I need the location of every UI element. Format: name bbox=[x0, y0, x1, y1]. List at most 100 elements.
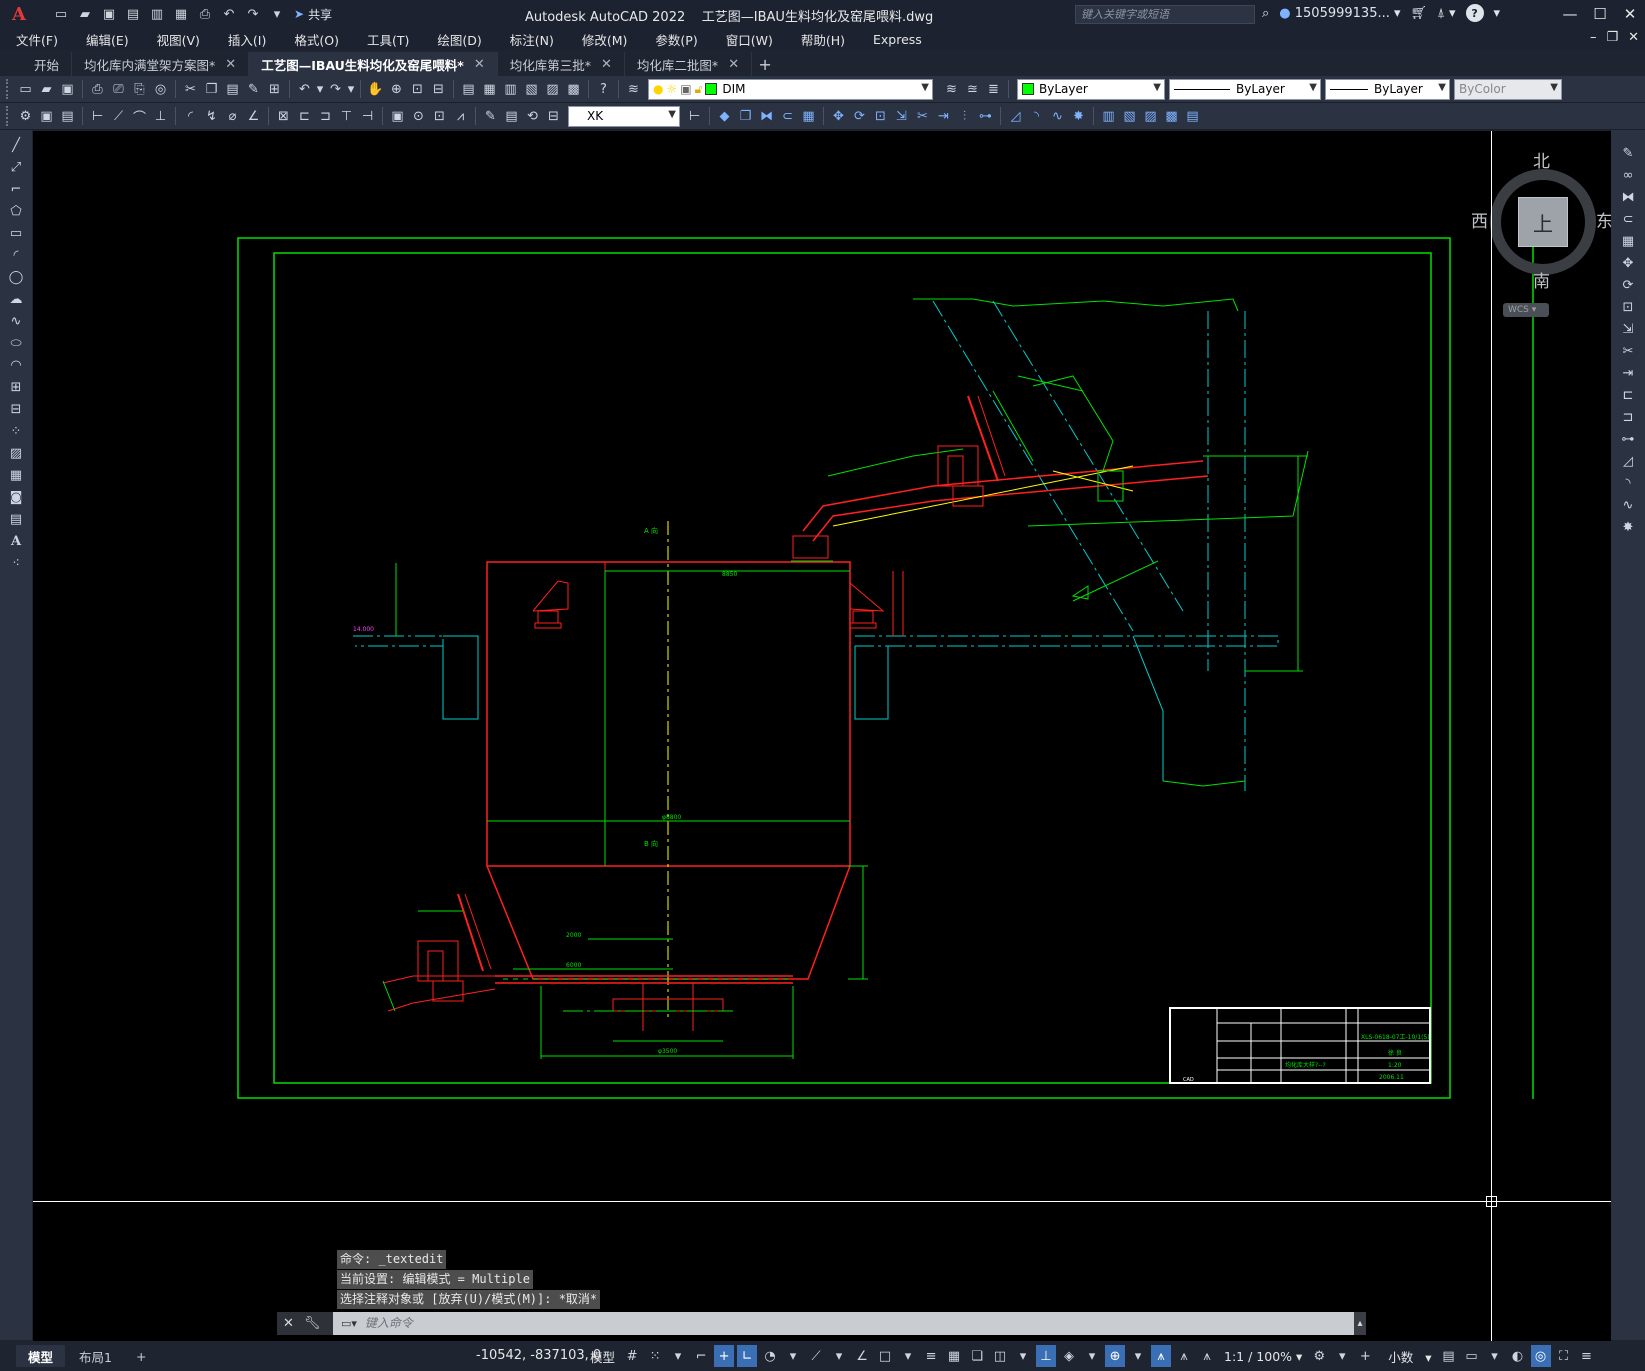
cut-icon[interactable]: ✂ bbox=[180, 79, 201, 100]
offset-icon[interactable]: ⊂ bbox=[777, 106, 798, 127]
hatch-back-icon[interactable]: ▤ bbox=[1182, 106, 1203, 127]
auto-scale-icon[interactable]: ⩚ bbox=[1174, 1345, 1194, 1367]
menu-item[interactable]: 格式(O) bbox=[278, 30, 351, 49]
scale-icon[interactable]: ⊡ bbox=[1617, 298, 1639, 316]
dim-edit-icon[interactable]: ✎ bbox=[480, 106, 501, 127]
minimize-button[interactable]: — bbox=[1555, 0, 1585, 28]
compass-south[interactable]: 南 bbox=[1533, 267, 1550, 292]
blend-icon[interactable]: ∿ bbox=[1617, 496, 1639, 514]
graphics-performance-icon[interactable]: ◎ bbox=[1530, 1345, 1551, 1367]
join-icon[interactable]: ⊶ bbox=[1617, 430, 1639, 448]
redo-icon[interactable]: ↷ bbox=[242, 4, 264, 24]
linetype-dropdown[interactable]: ByLayer ▼ bbox=[1169, 78, 1321, 100]
menu-item[interactable]: 修改(M) bbox=[566, 30, 640, 49]
calculator-icon[interactable]: ▩ bbox=[563, 79, 584, 100]
send-back-icon[interactable]: ▨ bbox=[1140, 106, 1161, 127]
copy-icon[interactable]: ❐ bbox=[201, 79, 222, 100]
object-snap-tracking-icon[interactable]: ∠ bbox=[852, 1345, 872, 1367]
isodraft-dropdown-icon[interactable]: ▾ bbox=[829, 1345, 849, 1367]
dim-text-edit-icon[interactable]: ▤ bbox=[501, 106, 522, 127]
lock-ui-dropdown-icon[interactable]: ▾ bbox=[1485, 1345, 1505, 1367]
file-tab[interactable]: 均化库内满堂架方案图* ✕ bbox=[72, 52, 250, 76]
properties-icon[interactable]: ▤ bbox=[458, 79, 479, 100]
plotstyle-dropdown[interactable]: ByColor ▼ bbox=[1454, 78, 1562, 100]
text-style-dropdown[interactable]: XK ▼ bbox=[568, 105, 680, 127]
quick-properties-icon[interactable]: ▤ bbox=[1439, 1345, 1459, 1367]
compass-west[interactable]: 西 bbox=[1471, 207, 1488, 232]
command-history-toggle[interactable]: ▴ bbox=[1354, 1318, 1366, 1329]
workspace-switch-icon[interactable]: ⚙ bbox=[1309, 1345, 1329, 1367]
layout-tab[interactable]: 模型 bbox=[16, 1345, 66, 1367]
annotation-scale-icon[interactable]: ⩚ bbox=[1197, 1345, 1217, 1367]
layer-iso-icon[interactable]: ▤ bbox=[57, 106, 78, 127]
close-button[interactable]: ✕ bbox=[1615, 0, 1645, 28]
menu-item[interactable]: 帮助(H) bbox=[785, 30, 857, 49]
dim-update-icon[interactable]: ⟲ bbox=[522, 106, 543, 127]
dim-space-icon[interactable]: ⊤ bbox=[336, 106, 357, 127]
annotation-monitor-icon[interactable]: + bbox=[1355, 1345, 1375, 1367]
rotate-icon[interactable]: ⟳ bbox=[1617, 276, 1639, 294]
menu-item[interactable]: 参数(P) bbox=[639, 30, 709, 49]
save-icon[interactable]: ▣ bbox=[98, 4, 120, 24]
explode-icon[interactable]: ✸ bbox=[1068, 106, 1089, 127]
layout-tab[interactable]: 布局1 bbox=[67, 1345, 124, 1367]
add-selected-icon[interactable]: ⁖ bbox=[5, 554, 27, 572]
quick-dim-icon[interactable]: ⊠ bbox=[273, 106, 294, 127]
close-tab-icon[interactable]: ✕ bbox=[225, 57, 236, 72]
new-file-icon[interactable]: ▭ bbox=[50, 4, 72, 24]
line-icon[interactable]: ╱ bbox=[5, 136, 27, 154]
plot-icon[interactable]: ⎙ bbox=[194, 4, 216, 24]
snap-icon[interactable]: ⁙ bbox=[645, 1345, 665, 1367]
file-tab[interactable]: 开始 bbox=[0, 52, 73, 76]
coordinates-readout[interactable]: -10542, -837103, 0 bbox=[476, 1348, 601, 1363]
viewcube[interactable]: 上 北 南 东 西 bbox=[1468, 147, 1611, 297]
insert-block-icon[interactable]: ⊞ bbox=[5, 378, 27, 396]
3d-osnap-icon[interactable]: ◫ bbox=[990, 1345, 1010, 1367]
file-tab[interactable]: 均化库第三批* ✕ bbox=[498, 52, 625, 76]
circle-icon[interactable]: ◯ bbox=[5, 268, 27, 286]
add-layout-button[interactable]: + bbox=[124, 1345, 158, 1367]
match-properties-icon[interactable]: ✎ bbox=[243, 79, 264, 100]
layer-states-icon[interactable]: ≣ bbox=[983, 79, 1004, 100]
revision-cloud-icon[interactable]: ☁ bbox=[5, 290, 27, 308]
maximize-button[interactable]: ☐ bbox=[1585, 0, 1615, 28]
a360-icon[interactable]: ⍋ ▾ bbox=[1437, 6, 1455, 21]
menu-item[interactable]: Express bbox=[857, 32, 934, 47]
inspection-icon[interactable]: ⊡ bbox=[429, 106, 450, 127]
dim-diameter-icon[interactable]: ⌀ bbox=[222, 106, 243, 127]
plot-icon[interactable]: ⎙ bbox=[87, 79, 108, 100]
stretch-icon[interactable]: ⇲ bbox=[891, 106, 912, 127]
move-icon[interactable]: ✥ bbox=[828, 106, 849, 127]
dim-continue-icon[interactable]: ⊐ bbox=[315, 106, 336, 127]
wcs-menu-button[interactable]: WCS ▾ bbox=[1503, 303, 1549, 317]
dim-aligned-icon[interactable]: ⟋ bbox=[108, 106, 129, 127]
annotation-visibility-icon[interactable]: ⩚ bbox=[1151, 1345, 1172, 1367]
dim-baseline-icon[interactable]: ⊏ bbox=[294, 106, 315, 127]
recent-commands-icon[interactable]: ▭▾ bbox=[341, 1312, 357, 1335]
save-as-icon[interactable]: ▤ bbox=[122, 4, 144, 24]
save-icon[interactable]: ▣ bbox=[57, 79, 78, 100]
menu-item[interactable]: 工具(T) bbox=[351, 30, 421, 49]
workspace-dropdown-icon[interactable]: ▾ bbox=[1332, 1345, 1352, 1367]
file-tab[interactable]: 工艺图—IBAU生料均化及窑尾喂料* ✕ bbox=[249, 52, 498, 76]
trim-icon[interactable]: ✂ bbox=[1617, 342, 1639, 360]
make-current-layer-icon[interactable]: ≋ bbox=[941, 79, 962, 100]
gizmo-icon[interactable]: ⊕ bbox=[1105, 1345, 1126, 1367]
gradient-icon[interactable]: ▦ bbox=[5, 466, 27, 484]
3d-osnap-dropdown-icon[interactable]: ▾ bbox=[1013, 1345, 1033, 1367]
help-icon[interactable]: ? bbox=[593, 79, 614, 100]
workspace-icon[interactable]: ⚙ bbox=[15, 106, 36, 127]
customize-qat-icon[interactable]: ▾ bbox=[266, 4, 288, 24]
ortho-icon[interactable]: ∟ bbox=[737, 1345, 758, 1367]
close-command-line-icon[interactable]: ✕ bbox=[283, 1316, 294, 1331]
pan-icon[interactable]: ✋ bbox=[365, 79, 386, 100]
sheet-set-icon[interactable]: ▧ bbox=[521, 79, 542, 100]
new-tab-button[interactable]: + bbox=[752, 52, 778, 76]
selection-filter-dropdown-icon[interactable]: ▾ bbox=[1082, 1345, 1102, 1367]
units-dropdown[interactable]: 小数 ▾ bbox=[1384, 1347, 1435, 1366]
text-front-icon[interactable]: ▩ bbox=[1161, 106, 1182, 127]
zoom-previous-icon[interactable]: ⊟ bbox=[428, 79, 449, 100]
layer-properties-icon[interactable]: ≋ bbox=[623, 79, 644, 100]
table-icon[interactable]: ▤ bbox=[5, 510, 27, 528]
help-icon[interactable]: ? bbox=[1465, 4, 1484, 22]
